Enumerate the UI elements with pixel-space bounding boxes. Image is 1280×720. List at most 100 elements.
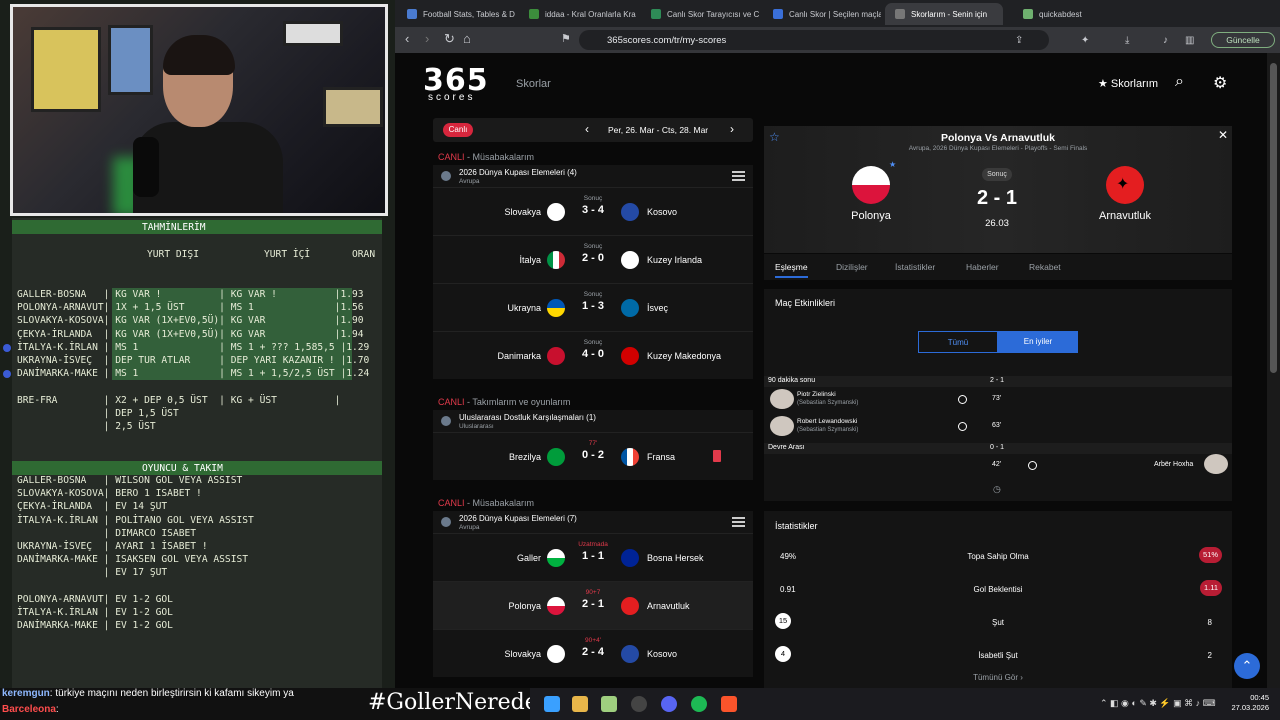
spotify-icon[interactable] — [691, 696, 707, 712]
file-explorer-icon[interactable] — [572, 696, 588, 712]
tab-4[interactable]: Rekabet — [1029, 262, 1061, 272]
league-header[interactable]: 2026 Dünya Kupası Elemeleri (7) Avrupa — [433, 511, 753, 533]
player-name[interactable]: Arbër Hoxha — [1154, 461, 1193, 468]
browser-tab[interactable]: Football Stats, Tables & D — [397, 3, 515, 25]
stat-name: Şut — [991, 618, 1004, 627]
game-row[interactable]: Uzatmada Galler 1 - 1 Bosna Hersek — [433, 533, 753, 581]
game-status: 90+4' — [585, 637, 601, 644]
obs-icon[interactable] — [631, 696, 647, 712]
reload-icon[interactable]: ↻ — [444, 32, 455, 46]
game-score: 2 - 1 — [581, 598, 604, 610]
my-scores-link[interactable]: ★ Skorlarım — [1098, 77, 1158, 90]
oyuncu-row: GALLER-BOSNA | WILSON GOL VEYA ASSIST — [17, 475, 243, 486]
home-flag-icon — [547, 597, 565, 615]
see-all-link[interactable]: Tümünü Gör › — [764, 673, 1232, 682]
browser-tab[interactable]: iddaa - Kral Oranlarla Kra — [519, 3, 637, 25]
league-header[interactable]: 2026 Dünya Kupası Elemeleri (4) Avrupa — [433, 165, 753, 187]
discord-icon[interactable] — [661, 696, 677, 712]
period-score: 2 - 1 — [990, 377, 1005, 384]
address-bar[interactable]: 365scores.com/tr/my-scores — [579, 30, 1049, 50]
menu-icon[interactable] — [732, 171, 745, 181]
away-team-name[interactable]: Arnavutluk — [1065, 210, 1185, 222]
filter-all-button[interactable]: Tümü — [918, 331, 998, 353]
browser-tab[interactable]: Skorlarım - Senin için — [885, 3, 1003, 25]
player-avatar[interactable] — [770, 389, 794, 409]
menu-icon[interactable] — [732, 517, 745, 527]
game-row[interactable]: 90+7 Polonya 2 - 1 Arnavutluk — [433, 581, 753, 629]
download-icon[interactable]: ⤓ — [1125, 34, 1129, 48]
tab-1[interactable]: Dizilişler — [836, 262, 868, 272]
game-row[interactable]: 90+4' Slovakya 2 - 4 Kosovo — [433, 629, 753, 677]
tahmin-row: POLONYA-ARNAVUT| 1X + 1,5 ÜST | MS 1 |1.… — [17, 302, 364, 314]
stat-name: Gol Beklentisi — [973, 585, 1023, 594]
notepad-icon[interactable] — [601, 696, 617, 712]
away-team: Kuzey Irlanda — [647, 255, 703, 265]
scroll-top-button[interactable]: ⌃ — [1234, 653, 1260, 679]
away-flag-icon — [621, 597, 639, 615]
chat-user: keremgun — [2, 688, 50, 699]
windows-start-icon[interactable] — [544, 696, 560, 712]
jersey-image — [108, 25, 153, 95]
tab-3[interactable]: Haberler — [966, 262, 999, 272]
home-team: Slovakya — [504, 649, 541, 659]
tahmin-extra-row: | DEP 1,5 ÜST — [17, 408, 179, 420]
stat-name: İsabetli Şut — [978, 651, 1018, 660]
hashtag-overlay: #GollerNerede — [368, 690, 538, 715]
match-date: 26.03 — [985, 218, 1009, 229]
date-range[interactable]: Per, 26. Mar - Cts, 28. Mar — [608, 125, 708, 135]
system-clock[interactable]: 00:45 27.03.2026 — [1225, 693, 1269, 713]
tahmin-row: İTALYA-K.İRLAN | MS 1 | MS 1 + ??? 1,585… — [17, 341, 370, 353]
clock-time: 00:45 — [1250, 693, 1269, 702]
sidebar-icon[interactable]: ▥ — [1185, 34, 1194, 48]
away-flag-icon — [621, 203, 639, 221]
home-flag-icon — [547, 251, 565, 269]
poster-image — [31, 27, 101, 112]
prev-date-icon[interactable]: ‹ — [585, 122, 589, 136]
game-row[interactable]: Sonuç Danimarka 4 - 0 Kuzey Makedonya — [433, 331, 753, 379]
tab-2[interactable]: İstatistikler — [895, 262, 935, 272]
tab-label: Canlı Skor | Seçilen maçla — [789, 10, 881, 19]
goal-ball-icon — [1028, 461, 1037, 470]
browser-window: Football Stats, Tables & D iddaa - Kral O… — [395, 0, 1280, 688]
search-icon[interactable]: ⌕ — [1175, 73, 1184, 91]
browser-tab[interactable]: quickabdest — [1013, 3, 1131, 25]
browser-tab[interactable]: Canlı Skor Tarayıcısı ve Cı — [641, 3, 759, 25]
game-row[interactable]: Sonuç Slovakya 3 - 4 Kosovo — [433, 187, 753, 235]
player-name[interactable]: Piotr Zielinski — [797, 391, 836, 398]
forward-icon[interactable]: › — [425, 32, 429, 46]
league-header[interactable]: Uluslararası Dostluk Karşılaşmaları (1) U… — [433, 410, 753, 432]
update-button[interactable]: Güncelle — [1211, 32, 1275, 48]
tab-label: Skorlarım - Senin için — [911, 10, 988, 19]
brave-icon[interactable] — [721, 696, 737, 712]
game-row[interactable]: Sonuç İtalya 2 - 0 Kuzey Irlanda — [433, 235, 753, 283]
col-oran: ORAN — [352, 249, 376, 260]
game-row[interactable]: Sonuç Ukrayna 1 - 3 İsveç — [433, 283, 753, 331]
player-avatar[interactable] — [1204, 454, 1228, 474]
next-date-icon[interactable]: › — [730, 122, 734, 136]
player-avatar[interactable] — [770, 416, 794, 436]
away-team: Arnavutluk — [647, 601, 690, 611]
tab-favicon-icon — [529, 9, 539, 19]
home-icon[interactable]: ⌂ — [463, 32, 471, 46]
match-events: Maç Etkinlikleri Tümü En iyiler 90 dakik… — [764, 289, 1232, 501]
extensions-icon[interactable]: ✦ — [1081, 34, 1089, 48]
back-icon[interactable]: ‹ — [405, 32, 409, 46]
home-team-name[interactable]: Polonya — [811, 210, 931, 222]
share-icon[interactable]: ⇪ — [1015, 34, 1023, 48]
live-filter-button[interactable]: Canlı — [443, 123, 473, 137]
tab-favicon-icon — [895, 9, 905, 19]
player-name[interactable]: Robert Lewandowski — [797, 418, 857, 425]
filter-best-button[interactable]: En iyiler — [998, 331, 1078, 353]
tab-label: quickabdest — [1039, 10, 1082, 19]
settings-icon[interactable]: ⚙ — [1213, 73, 1227, 93]
tab-0[interactable]: Eşleşme — [775, 262, 808, 278]
game-status: Sonuç — [583, 291, 603, 298]
nav-scores-link[interactable]: Skorlar — [516, 78, 551, 90]
browser-tab[interactable]: Canlı Skor | Seçilen maçla — [763, 3, 881, 25]
game-row[interactable]: 77' Brezilya 0 - 2 Fransa — [433, 432, 753, 480]
tray-icons[interactable]: ⌃ ◧ ◉ ◐ ✎ ✱ ⚡ ▣ ⌘ ♪ ⌨ — [1100, 698, 1216, 709]
bookmark-icon[interactable]: ⚑ — [561, 32, 571, 46]
match-title: Polonya Vs Arnavutluk — [941, 132, 1055, 144]
media-icon[interactable]: ♪ — [1163, 34, 1168, 48]
scrollbar[interactable] — [1267, 53, 1280, 688]
